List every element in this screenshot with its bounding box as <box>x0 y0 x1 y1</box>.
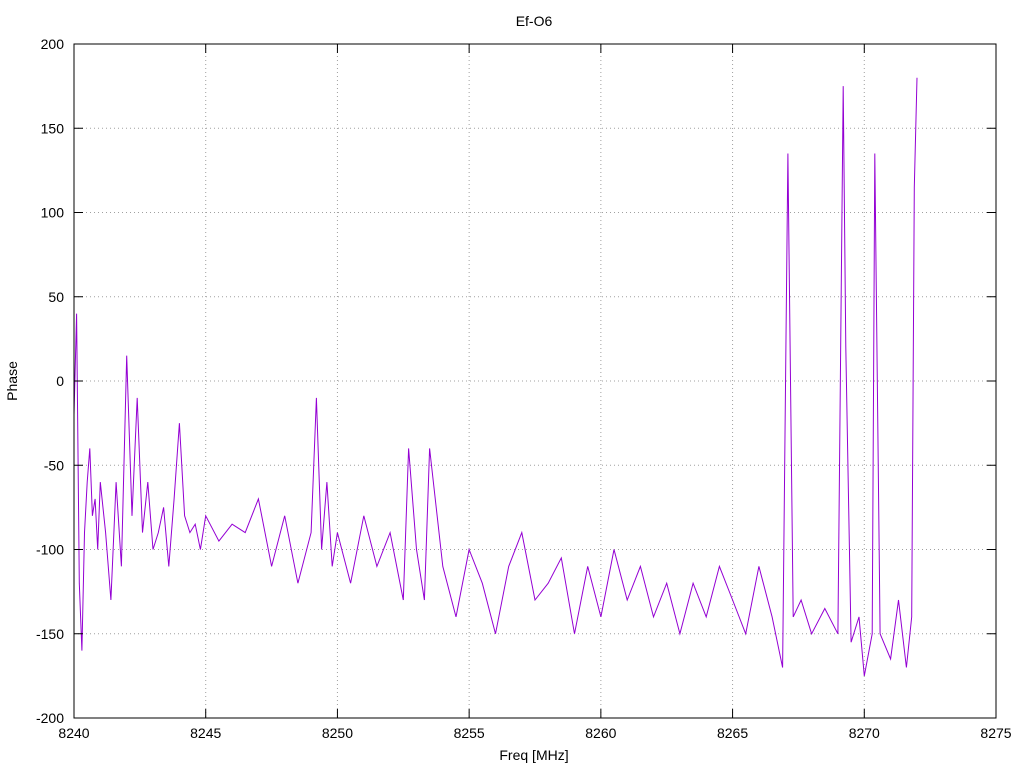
y-axis-label: Phase <box>4 361 20 401</box>
x-tick-label: 8265 <box>717 725 748 741</box>
y-tick-label: 0 <box>56 373 64 389</box>
y-tick-label: -100 <box>36 542 64 558</box>
chart-title: Ef-O6 <box>516 13 553 29</box>
y-tick-label: -150 <box>36 626 64 642</box>
x-tick-label: 8255 <box>454 725 485 741</box>
chart-background <box>0 0 1024 768</box>
x-tick-label: 8250 <box>322 725 353 741</box>
y-tick-label: 100 <box>41 205 65 221</box>
x-tick-label: 8245 <box>190 725 221 741</box>
x-tick-label: 8275 <box>980 725 1011 741</box>
phase-chart: 8240 8245 8250 8255 8260 8265 8270 8275 -200 -150… <box>0 0 1024 768</box>
x-tick-label: 8270 <box>849 725 880 741</box>
y-tick-label: 200 <box>41 36 65 52</box>
y-tick-label: -200 <box>36 710 64 726</box>
y-tick-label: -50 <box>44 457 64 473</box>
y-tick-label: 50 <box>48 289 64 305</box>
y-tick-label: 150 <box>41 120 65 136</box>
x-tick-label: 8240 <box>58 725 89 741</box>
x-axis-label: Freq [MHz] <box>499 747 568 763</box>
x-tick-label: 8260 <box>585 725 616 741</box>
